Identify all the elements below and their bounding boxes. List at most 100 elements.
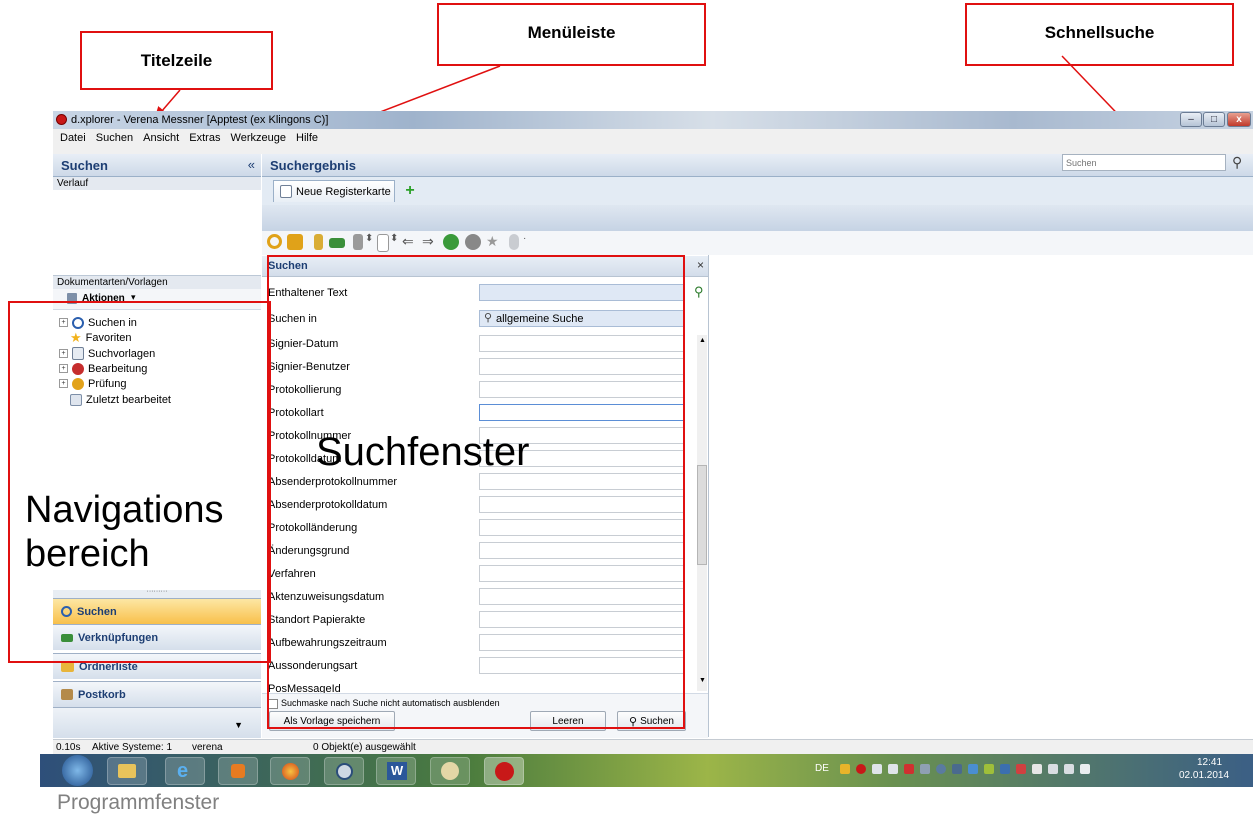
tray-icon[interactable] bbox=[872, 764, 882, 774]
absenderprotokolldatum-input[interactable] bbox=[479, 496, 684, 513]
nav-button-suchen[interactable]: Suchen bbox=[53, 598, 261, 624]
search-button[interactable]: ⚲ Suchen bbox=[617, 711, 686, 731]
verfahren-input[interactable] bbox=[479, 565, 684, 582]
go-icon[interactable] bbox=[443, 234, 459, 250]
clear-button[interactable]: Leeren bbox=[530, 711, 606, 731]
scroll-down-icon[interactable]: ▼ bbox=[699, 677, 706, 684]
results-pane[interactable] bbox=[708, 255, 1253, 737]
close-button[interactable]: x bbox=[1227, 112, 1251, 127]
expand-icon[interactable]: + bbox=[59, 349, 68, 358]
enthaltener-text-input[interactable] bbox=[479, 284, 684, 301]
standort-papierakte-input[interactable] bbox=[479, 611, 684, 628]
tray-icon[interactable] bbox=[936, 764, 946, 774]
expand-icon[interactable]: + bbox=[59, 318, 68, 327]
tray-icon[interactable] bbox=[888, 764, 898, 774]
protokollierung-input[interactable] bbox=[479, 381, 684, 398]
document-gray-icon[interactable] bbox=[353, 234, 363, 250]
quick-search-input[interactable] bbox=[1062, 154, 1226, 171]
taskbar-explorer[interactable] bbox=[107, 757, 147, 785]
nav-button-verknuepfungen[interactable]: Verknüpfungen bbox=[53, 624, 261, 650]
nav-button-ordnerliste[interactable]: Ordnerliste bbox=[53, 653, 261, 679]
search-help-icon[interactable]: ⚲ bbox=[694, 284, 704, 300]
aktionen-menu[interactable]: Aktionen ▾ bbox=[53, 289, 261, 310]
tree-item-favoriten[interactable]: ★ Favoriten bbox=[70, 330, 132, 345]
stop-icon[interactable] bbox=[465, 234, 481, 250]
tray-icon[interactable] bbox=[1032, 764, 1042, 774]
aktenzuweisungsdatum-input[interactable] bbox=[479, 588, 684, 605]
taskbar-word[interactable]: W bbox=[376, 757, 416, 785]
tray-icon[interactable] bbox=[840, 764, 850, 774]
menu-ansicht[interactable]: Ansicht bbox=[143, 132, 179, 144]
expand-icon[interactable]: + bbox=[59, 364, 68, 373]
arrow-left-icon[interactable]: ⇐ bbox=[402, 233, 414, 250]
flag-icon[interactable] bbox=[1080, 764, 1090, 774]
tree-item-suchvorlagen[interactable]: + Suchvorlagen bbox=[59, 346, 155, 361]
verlauf-area[interactable] bbox=[53, 190, 261, 274]
menu-werkzeuge[interactable]: Werkzeuge bbox=[231, 132, 286, 144]
splitter-handle[interactable]: ········· bbox=[53, 588, 261, 598]
tree-item-suchen-in[interactable]: + Suchen in bbox=[59, 315, 137, 330]
maximize-button[interactable]: □ bbox=[1203, 112, 1225, 127]
menu-suchen[interactable]: Suchen bbox=[96, 132, 133, 144]
suchen-in-select[interactable]: ⚲ allgemeine Suche bbox=[479, 310, 684, 327]
chevron-down-icon[interactable]: ▼ bbox=[234, 720, 243, 730]
network-icon[interactable] bbox=[1048, 764, 1058, 774]
aussonderungsart-input[interactable] bbox=[479, 657, 684, 674]
clock-date[interactable]: 02.01.2014 bbox=[1179, 770, 1229, 781]
tray-icon[interactable] bbox=[968, 764, 978, 774]
quick-search-icon[interactable]: ⚲ bbox=[1232, 154, 1242, 171]
taskbar-media[interactable] bbox=[218, 757, 258, 785]
close-icon[interactable]: × bbox=[697, 258, 704, 272]
document-icon[interactable] bbox=[314, 234, 323, 250]
tree-item-pruefung[interactable]: + Prüfung bbox=[59, 376, 127, 391]
collapse-button[interactable]: « bbox=[248, 157, 255, 172]
scroll-up-icon[interactable]: ▲ bbox=[699, 337, 706, 344]
dropdown-icon[interactable]: ⬍ bbox=[365, 233, 373, 244]
tray-icon[interactable] bbox=[856, 764, 866, 774]
aufbewahrungszeitraum-input[interactable] bbox=[479, 634, 684, 651]
signier-benutzer-input[interactable] bbox=[479, 358, 684, 375]
absenderprotokollnummer-input[interactable] bbox=[479, 473, 684, 490]
aenderungsgrund-input[interactable] bbox=[479, 542, 684, 559]
language-indicator[interactable]: DE bbox=[815, 763, 829, 774]
signier-datum-input[interactable] bbox=[479, 335, 684, 352]
expand-icon[interactable]: + bbox=[59, 379, 68, 388]
save-template-button[interactable]: Als Vorlage speichern bbox=[269, 711, 395, 731]
scrollbar-thumb[interactable] bbox=[697, 465, 707, 565]
chevron-down-icon[interactable]: · bbox=[523, 233, 526, 244]
menu-datei[interactable]: Datei bbox=[60, 132, 86, 144]
tray-icon[interactable] bbox=[1000, 764, 1010, 774]
arrow-right-icon[interactable]: ⇒ bbox=[422, 233, 434, 250]
taskbar-dxplorer[interactable] bbox=[484, 757, 524, 785]
star-icon[interactable]: ★ bbox=[486, 233, 499, 250]
speaker-icon[interactable] bbox=[952, 764, 962, 774]
search-refine-icon[interactable] bbox=[287, 234, 303, 250]
menu-hilfe[interactable]: Hilfe bbox=[296, 132, 318, 144]
taskbar-ie[interactable]: e bbox=[165, 757, 205, 785]
taskbar-app[interactable] bbox=[324, 757, 364, 785]
volume-icon[interactable] bbox=[1064, 764, 1074, 774]
dropdown-icon[interactable]: ⬍ bbox=[390, 233, 398, 244]
page-icon[interactable] bbox=[377, 234, 389, 252]
taskbar-paint[interactable] bbox=[430, 757, 470, 785]
tray-icon[interactable] bbox=[984, 764, 994, 774]
clock-time[interactable]: 12:41 bbox=[1197, 757, 1222, 768]
menu-extras[interactable]: Extras bbox=[189, 132, 220, 144]
protokollart-input[interactable] bbox=[479, 404, 684, 421]
protokollaenderung-input[interactable] bbox=[479, 519, 684, 536]
mouse-icon[interactable] bbox=[509, 234, 519, 250]
title-bar[interactable]: d.xplorer - Verena Messner [Apptest (ex … bbox=[53, 111, 1253, 129]
tab-neue-registerkarte[interactable]: Neue Registerkarte bbox=[273, 180, 395, 202]
auto-hide-checkbox[interactable] bbox=[268, 699, 278, 709]
tree-item-bearbeitung[interactable]: + Bearbeitung bbox=[59, 361, 147, 376]
search-tool-icon[interactable] bbox=[267, 234, 282, 249]
link-icon[interactable] bbox=[329, 238, 345, 248]
form-scrollbar[interactable]: ▲ ▼ bbox=[697, 335, 707, 691]
nav-button-postkorb[interactable]: Postkorb bbox=[53, 681, 261, 707]
tray-icon[interactable] bbox=[1016, 764, 1026, 774]
add-tab-icon[interactable]: + bbox=[402, 183, 418, 199]
start-button[interactable] bbox=[62, 755, 93, 786]
tray-icon[interactable] bbox=[904, 764, 914, 774]
minimize-button[interactable]: – bbox=[1180, 112, 1202, 127]
tray-icon[interactable] bbox=[920, 764, 930, 774]
